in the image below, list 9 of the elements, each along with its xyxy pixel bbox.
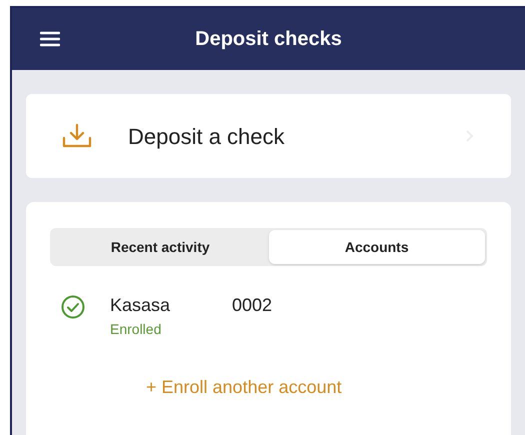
header-title: Deposit checks [195,27,342,52]
menu-icon[interactable] [40,31,60,47]
account-number: 0002 [232,294,272,317]
account-name: Kasasa [110,294,172,317]
tab[interactable]: Accounts [268,230,485,264]
download-icon [62,123,92,149]
account-status: Enrolled [110,320,162,339]
tab[interactable]: Recent activity [52,230,268,264]
deposit-check-button[interactable]: Deposit a check [26,94,511,178]
